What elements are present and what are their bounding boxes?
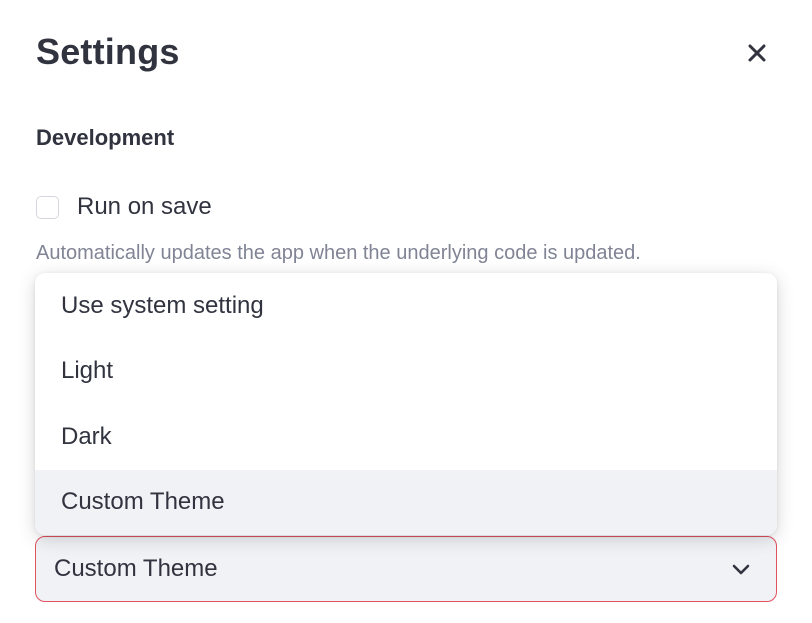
run-on-save-label[interactable]: Run on save: [77, 192, 212, 222]
settings-dialog: Settings Development Run on save Automat…: [0, 0, 812, 623]
development-heading: Development: [36, 125, 175, 150]
run-on-save-checkbox[interactable]: [36, 195, 59, 219]
theme-option-system[interactable]: Use system setting: [35, 273, 777, 339]
theme-option-light[interactable]: Light: [35, 339, 777, 405]
theme-option-custom[interactable]: Custom Theme: [35, 469, 777, 535]
theme-dropdown-menu: Use system setting Light Dark Custom The…: [35, 273, 777, 535]
close-icon[interactable]: [748, 44, 766, 67]
theme-select[interactable]: Custom Theme: [35, 536, 777, 602]
run-on-save-checkbox-row[interactable]: Run on save: [36, 192, 212, 222]
theme-select-value: Custom Theme: [54, 555, 218, 582]
dialog-title: Settings: [36, 31, 180, 72]
theme-option-dark[interactable]: Dark: [35, 404, 777, 470]
run-on-save-help-text: Automatically updates the app when the u…: [36, 242, 641, 264]
chevron-down-icon[interactable]: [730, 559, 752, 581]
close-button[interactable]: [740, 38, 774, 72]
